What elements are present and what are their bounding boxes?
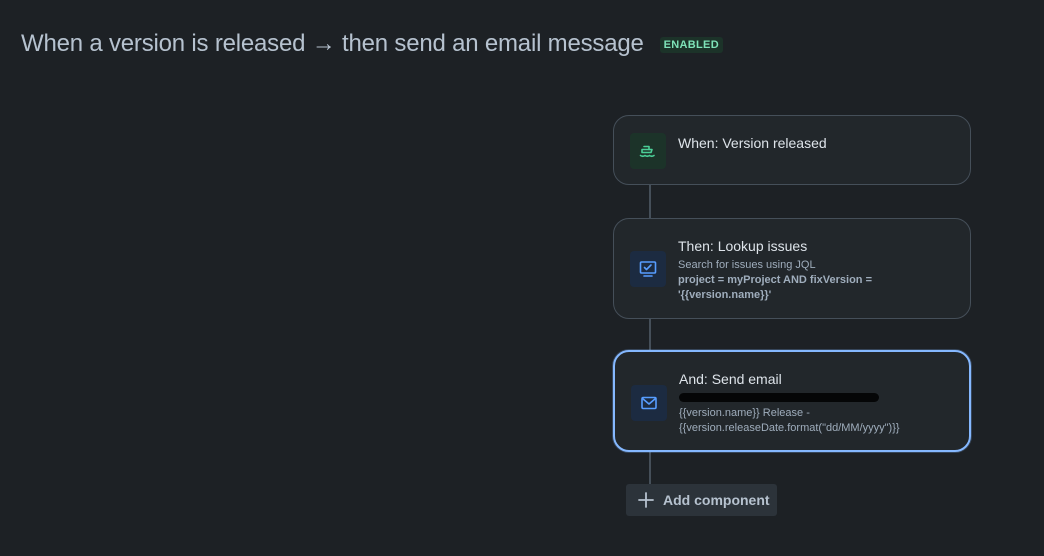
trigger-card[interactable]: When: Version released [613,115,971,185]
mail-icon [631,385,667,421]
lookup-title: Then: Lookup issues [678,238,808,254]
lookup-text: Then: Lookup issues Search for issues us… [678,237,956,303]
email-subject-line: {{version.releaseDate.format("dd/MM/yyyy… [679,422,900,434]
email-title: And: Send email [679,371,782,387]
plus-icon [637,491,655,509]
email-text: And: Send email {{version.name}} Release… [679,370,955,436]
jql-query-line: '{{version.name}}' [678,289,772,301]
lookup-issues-card[interactable]: Then: Lookup issues Search for issues us… [613,218,971,319]
jql-query-line: project = myProject AND fixVersion = [678,274,872,286]
trigger-title: When: Version released [678,135,827,151]
send-email-card[interactable]: And: Send email {{version.name}} Release… [613,350,971,452]
automation-rule-page: When a version is released → then send a… [0,0,1044,556]
flow-connector [649,318,651,351]
flow-connector [649,184,651,219]
add-component-label: Add component [663,492,770,508]
rule-flow: When: Version released Then: Lookup issu… [0,0,1044,556]
lookup-description: Search for issues using JQL [678,259,816,271]
ship-icon [630,133,666,169]
monitor-check-icon [630,251,666,287]
flow-connector [649,451,651,485]
redacted-recipient [679,393,879,402]
email-subject-line: {{version.name}} Release - [679,407,810,419]
trigger-text: When: Version released [678,134,956,152]
add-component-button[interactable]: Add component [626,484,777,516]
